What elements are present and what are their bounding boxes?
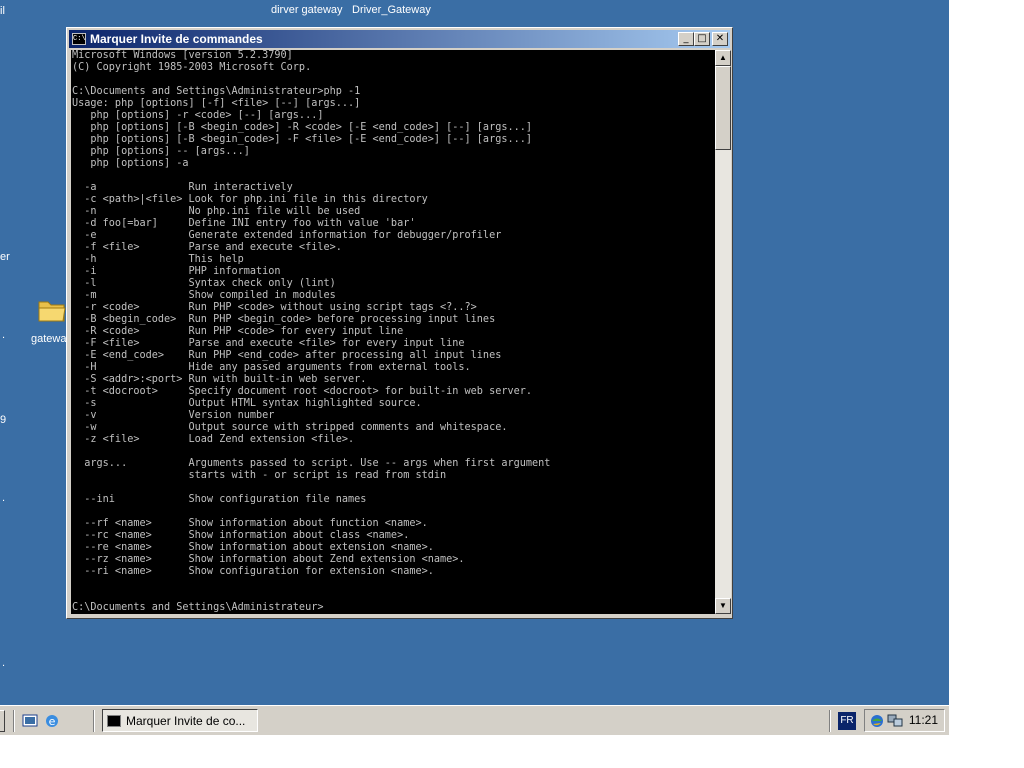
folder-icon: [38, 301, 66, 322]
scroll-down-button[interactable]: ▼: [715, 598, 731, 614]
desktop-label-driver-gateway[interactable]: Driver_Gateway: [352, 4, 431, 16]
desktop-folder-label: gatewa: [31, 333, 67, 345]
vertical-scrollbar[interactable]: ▲ ▼: [715, 50, 731, 614]
console-text: Microsoft Windows [version 5.2.3790] (C)…: [72, 50, 551, 613]
start-button-edge[interactable]: [0, 710, 5, 732]
minimize-button[interactable]: _: [678, 32, 694, 46]
desktop-edge-label[interactable]: er: [0, 251, 10, 263]
console-output[interactable]: Microsoft Windows [version 5.2.3790] (C)…: [71, 50, 715, 614]
close-button[interactable]: ✕: [712, 32, 728, 46]
desktop-edge-label[interactable]: .: [2, 657, 5, 669]
desktop-edge-label[interactable]: il: [0, 5, 5, 17]
maximize-button[interactable]: □: [694, 32, 710, 46]
command-prompt-window[interactable]: C:\ Marquer Invite de commandes _ □ ✕ Mi…: [66, 27, 733, 619]
title-bar[interactable]: C:\ Marquer Invite de commandes _ □ ✕: [69, 30, 730, 48]
show-desktop-icon[interactable]: [22, 713, 38, 729]
desktop-edge-label[interactable]: .: [2, 329, 5, 341]
cmd-icon[interactable]: C:\: [72, 33, 86, 45]
computers-icon[interactable]: [887, 713, 903, 729]
taskbar-separator: [829, 710, 831, 732]
taskbar: e Marquer Invite de co... FR 11:21: [0, 705, 949, 735]
scrollbar-thumb[interactable]: [715, 66, 731, 150]
desktop-label-dirver-gateway[interactable]: dirver gateway: [271, 4, 343, 16]
svg-text:e: e: [49, 715, 56, 728]
cmd-icon: [107, 714, 121, 727]
desktop-edge-label[interactable]: .: [2, 492, 5, 504]
clock[interactable]: 11:21: [909, 713, 938, 727]
internet-explorer-icon[interactable]: e: [44, 713, 60, 729]
network-icon[interactable]: [869, 713, 885, 729]
window-title: Marquer Invite de commandes: [90, 32, 263, 46]
task-button-label: Marquer Invite de co...: [126, 713, 246, 728]
task-button-command-prompt[interactable]: Marquer Invite de co...: [102, 709, 258, 732]
desktop-edge-label[interactable]: 9: [0, 414, 6, 426]
taskbar-separator: [93, 710, 95, 732]
system-tray: 11:21: [864, 709, 945, 732]
scroll-up-button[interactable]: ▲: [715, 50, 731, 66]
desktop: dirver gateway Driver_Gateway il er . 9 …: [0, 0, 949, 705]
taskbar-separator: [13, 710, 15, 732]
language-indicator[interactable]: FR: [838, 712, 856, 730]
